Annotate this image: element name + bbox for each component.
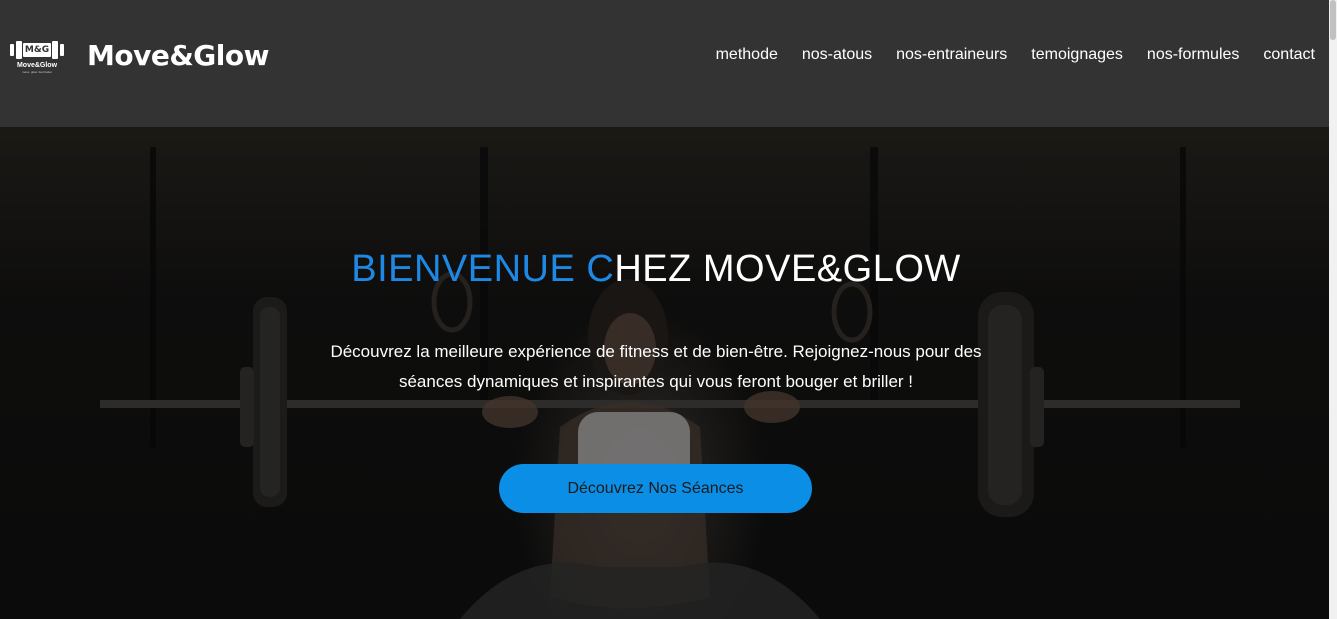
logo-monogram: M&G: [22, 43, 52, 57]
logo-tagline: move. glow. feel better: [21, 70, 53, 74]
scrollbar-thumb[interactable]: [1330, 0, 1336, 40]
discover-sessions-button[interactable]: Découvrez Nos Séances: [499, 464, 812, 513]
brand-title[interactable]: Move&Glow: [87, 38, 269, 74]
nav-link-contact[interactable]: contact: [1263, 44, 1315, 66]
page-scrollbar[interactable]: [1329, 0, 1337, 619]
dumbbell-icon: M&G: [9, 40, 65, 60]
hero-title-accent: BIENVENUE C: [351, 248, 615, 290]
logo-name: Move&Glow: [16, 62, 58, 69]
hero-title-rest: HEZ MOVE&GLOW: [614, 248, 961, 290]
nav-link-methode[interactable]: methode: [716, 44, 778, 66]
navbar: M&G Move&Glow move. glow. feel better Mo…: [0, 0, 1329, 127]
hero-title: BIENVENUE CHEZ MOVE&GLOW: [0, 245, 1312, 293]
brand-logo[interactable]: M&G Move&Glow move. glow. feel better: [9, 40, 65, 76]
nav-link-temoignages[interactable]: temoignages: [1031, 44, 1123, 66]
hero-subtitle: Découvrez la meilleure expérience de fit…: [330, 342, 982, 391]
hero-section: BIENVENUE CHEZ MOVE&GLOW Découvrez la me…: [0, 127, 1329, 619]
nav-link-nos-formules[interactable]: nos-formules: [1147, 44, 1239, 66]
nav-link-nos-atous[interactable]: nos-atous: [802, 44, 872, 66]
main-nav: methode nos-atous nos-entraineurs temoig…: [716, 44, 1315, 66]
nav-link-nos-entraineurs[interactable]: nos-entraineurs: [896, 44, 1007, 66]
